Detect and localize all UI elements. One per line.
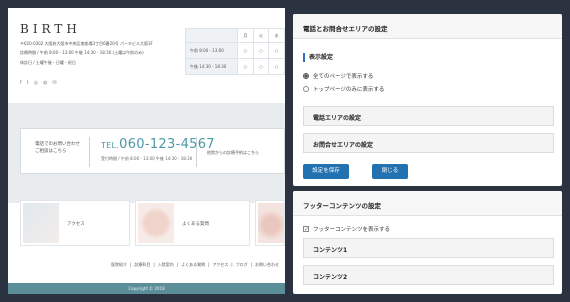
save-button[interactable]: 設定を保存 (303, 164, 349, 179)
contact-intro-line: 電話でのお問い合わせ (35, 142, 80, 147)
accordion-inquiry-area[interactable]: お問合せエリアの設定 (303, 133, 554, 153)
mail-icon[interactable]: ✉ (52, 80, 56, 86)
divider (196, 137, 197, 167)
separator: | (153, 262, 155, 267)
hours-table: 月 火 水 午前 8:00 - 13:00 ○ ○ ○ 午後 14:30 - 1… (185, 28, 285, 75)
accordion-content-2[interactable]: コンテンツ2 (303, 265, 554, 285)
holiday-line: 休診日 / 土曜午後・日曜・祝日 (20, 60, 76, 65)
facebook-icon[interactable]: f (20, 80, 22, 86)
table-cell: 午前 8:00 - 13:00 (185, 42, 238, 59)
card-image (258, 203, 284, 243)
table-cell (185, 28, 238, 43)
panel-title: フッターコンテンツの設定 (293, 191, 562, 216)
footer-link[interactable]: アクセス (212, 262, 228, 268)
footer-link[interactable]: 診療科目 (134, 262, 150, 268)
hours-line: 診療時間 / 午前 8:00 - 13:00 午後 14:30 - 18:30 … (20, 50, 144, 55)
footer-content-settings-panel: フッターコンテンツの設定 ✓ フッターコンテンツを表示する コンテンツ1 コンテ… (293, 191, 562, 294)
footer-link[interactable]: 入院案内 (158, 262, 174, 268)
card-label: よくある質問 (182, 222, 209, 227)
separator: | (250, 262, 252, 267)
table-cell: 火 (252, 28, 270, 43)
radio-label: 全てのページで表示する (313, 74, 374, 80)
table-cell: ○ (237, 58, 254, 75)
table-cell: ○ (252, 58, 270, 75)
accordion-content-1[interactable]: コンテンツ1 (303, 238, 554, 258)
tel-number: 060-123-4567 (119, 137, 215, 152)
section-title: 表示設定 (303, 53, 333, 62)
tel-reception-hours: 受付時間 / 午前 8:00 - 13:00 午後 14:30 - 18:30 (101, 156, 193, 161)
divider (89, 137, 90, 167)
contact-box: 電話でのお問い合わせ ご相談はこちら TEL.060-123-4567 受付時間… (20, 128, 285, 174)
separator: | (231, 262, 233, 267)
site-preview: BIRTH 〒620-0302 大阪府大阪市中央区南船場3丁目6番20号 パーキ… (8, 8, 285, 294)
link-cards: アクセス よくある質問 (20, 200, 285, 246)
card-access[interactable]: アクセス (20, 200, 130, 246)
separator: | (208, 262, 210, 267)
card-third[interactable] (255, 200, 285, 246)
twitter-icon[interactable]: t (27, 80, 29, 86)
table-row: 月 火 水 (185, 28, 285, 43)
table-cell: 午後 14:30 - 18:30 (185, 58, 238, 75)
table-row: 午前 8:00 - 13:00 ○ ○ ○ (185, 42, 285, 59)
table-row: 午後 14:30 - 18:30 ○ ○ ○ (185, 58, 285, 75)
radio-button[interactable] (303, 73, 309, 79)
social-links: f t ◎ ◍ ✉ (20, 80, 57, 86)
referral-link[interactable]: 他院からの診療予約はこちら (207, 150, 259, 156)
tel-prefix: TEL. (101, 141, 120, 150)
phone-number[interactable]: TEL.060-123-4567 (101, 137, 215, 152)
footer-link[interactable]: ブログ (236, 262, 248, 268)
table-cell: 水 (268, 28, 285, 43)
contact-area-settings-panel: 電話とお問合せエリアの設定 表示設定 全てのページで表示する トップページのみに… (293, 14, 562, 186)
contact-intro: 電話でのお問い合わせ ご相談はこちら (35, 141, 80, 155)
accordion-phone-area[interactable]: 電話エリアの設定 (303, 106, 554, 126)
separator: | (130, 262, 132, 267)
table-cell: ○ (268, 42, 285, 59)
instagram-icon[interactable]: ◎ (34, 80, 38, 86)
table-cell: ○ (268, 58, 285, 75)
close-button[interactable]: 閉じる (372, 164, 408, 179)
copyright: Copyright © 2018 (128, 286, 165, 291)
line-icon[interactable]: ◍ (43, 80, 47, 86)
contact-intro-line: ご相談はこちら (35, 149, 67, 154)
radio-button[interactable] (303, 86, 309, 92)
checkbox[interactable]: ✓ (303, 226, 309, 233)
address-line: 〒620-0302 大阪府大阪市中央区南船場3丁目6番20号 パーキビル大阪3F (20, 41, 153, 46)
separator: | (176, 262, 179, 267)
panel-title: 電話とお問合せエリアの設定 (293, 14, 562, 39)
footer-link[interactable]: お問い合わせ (255, 262, 279, 268)
footer-bar: Copyright © 2018 (8, 283, 285, 294)
card-image (23, 203, 59, 243)
table-cell: ○ (252, 42, 270, 59)
footer-nav: 医院紹介 | 診療科目 | 入院案内 | よくある質問 | アクセス | ブログ | お問い… (111, 262, 279, 268)
footer-link[interactable]: よくある質問 (181, 262, 205, 268)
radio-top-page-only[interactable]: トップページのみに表示する (303, 85, 384, 93)
table-cell: ○ (237, 42, 254, 59)
radio-label: トップページのみに表示する (313, 87, 385, 93)
show-footer-checkbox[interactable]: ✓ フッターコンテンツを表示する (303, 225, 390, 233)
checkbox-label: フッターコンテンツを表示する (313, 227, 391, 233)
card-image (138, 203, 174, 243)
card-faq[interactable]: よくある質問 (135, 200, 250, 246)
card-label: アクセス (67, 222, 85, 227)
footer-link[interactable]: 医院紹介 (111, 262, 127, 268)
radio-all-pages[interactable]: 全てのページで表示する (303, 72, 373, 80)
table-cell: 月 (237, 28, 254, 43)
site-logo[interactable]: BIRTH (20, 22, 81, 36)
